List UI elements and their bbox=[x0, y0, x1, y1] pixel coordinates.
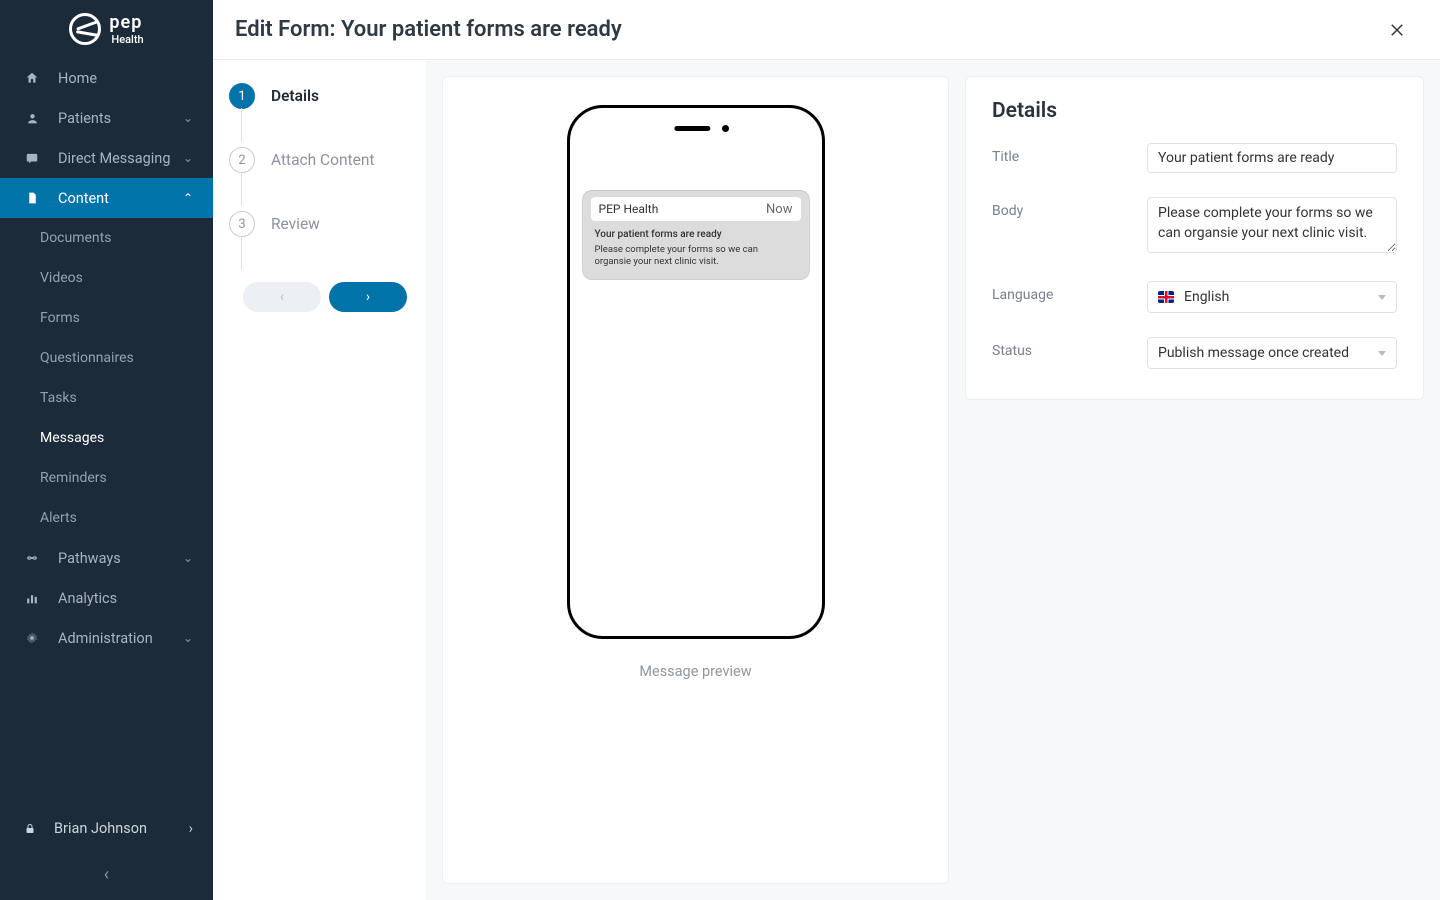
preview-caption: Message preview bbox=[639, 663, 751, 680]
chevron-up-icon: ⌃ bbox=[183, 191, 193, 205]
step-details[interactable]: 1 Details bbox=[223, 78, 408, 114]
user-name: Brian Johnson bbox=[54, 820, 189, 837]
notification-app-name: PEP Health bbox=[599, 202, 767, 216]
select-value: English bbox=[1184, 289, 1229, 305]
body-textarea[interactable] bbox=[1147, 197, 1397, 253]
step-label: Review bbox=[271, 215, 320, 233]
field-body: Body bbox=[992, 197, 1397, 257]
chevron-right-icon: › bbox=[366, 289, 370, 305]
details-card: Details Title Body Language bbox=[965, 76, 1424, 400]
notification-header: PEP Health Now bbox=[591, 197, 801, 221]
details-heading: Details bbox=[992, 99, 1397, 123]
sidebar-item-home[interactable]: Home bbox=[0, 58, 213, 98]
close-button[interactable] bbox=[1382, 17, 1412, 43]
notification-preview: PEP Health Now Your patient forms are re… bbox=[582, 190, 810, 280]
sidebar-item-analytics[interactable]: Analytics bbox=[0, 578, 213, 618]
phone-camera-icon bbox=[722, 125, 729, 132]
select-value: Publish message once created bbox=[1158, 345, 1349, 361]
sidebar-sub-questionnaires[interactable]: Questionnaires bbox=[0, 338, 213, 378]
field-label: Status bbox=[992, 337, 1147, 359]
sidebar-item-pathways[interactable]: Pathways ⌄ bbox=[0, 538, 213, 578]
phone-speaker-icon bbox=[674, 126, 710, 131]
chevron-left-icon: ‹ bbox=[280, 289, 284, 305]
sidebar-item-direct-messaging[interactable]: Direct Messaging ⌄ bbox=[0, 138, 213, 178]
flag-uk-icon bbox=[1158, 291, 1174, 303]
field-status: Status Publish message once created bbox=[992, 337, 1397, 369]
sidebar-item-label: Direct Messaging bbox=[58, 150, 183, 167]
home-icon bbox=[24, 70, 40, 86]
lock-icon bbox=[24, 822, 40, 835]
gear-icon bbox=[24, 630, 40, 646]
message-icon bbox=[24, 150, 40, 166]
chevron-down-icon: ⌄ bbox=[183, 111, 193, 125]
field-label: Body bbox=[992, 197, 1147, 219]
close-icon bbox=[1388, 21, 1406, 39]
step-number: 3 bbox=[229, 211, 255, 237]
sidebar-sub-forms[interactable]: Forms bbox=[0, 298, 213, 338]
sidebar-sub-alerts[interactable]: Alerts bbox=[0, 498, 213, 538]
sidebar-item-content[interactable]: Content ⌃ bbox=[0, 178, 213, 218]
notification-body: Please complete your forms so we can org… bbox=[595, 244, 797, 269]
sidebar-sub-messages[interactable]: Messages bbox=[0, 418, 213, 458]
workspace: 1 Details 2 Attach Content 3 Review ‹ › bbox=[213, 60, 1440, 900]
page-title: Edit Form: Your patient forms are ready bbox=[235, 17, 622, 42]
step-review[interactable]: 3 Review bbox=[223, 206, 408, 242]
sidebar: pep Health Home Patients ⌄ Direct Messag… bbox=[0, 0, 213, 900]
sidebar-item-label: Patients bbox=[58, 110, 183, 127]
language-select[interactable]: English bbox=[1147, 281, 1397, 313]
step-nav: ‹ › bbox=[223, 282, 408, 312]
chevron-down-icon: ⌄ bbox=[183, 631, 193, 645]
sidebar-item-label: Pathways bbox=[58, 550, 183, 567]
user-icon bbox=[24, 110, 40, 126]
field-title: Title bbox=[992, 143, 1397, 173]
sidebar-sub-videos[interactable]: Videos bbox=[0, 258, 213, 298]
notification-title: Your patient forms are ready bbox=[595, 229, 797, 240]
status-select[interactable]: Publish message once created bbox=[1147, 337, 1397, 369]
sidebar-user[interactable]: Brian Johnson › bbox=[0, 808, 213, 848]
sidebar-collapse-button[interactable]: ‹ bbox=[0, 848, 213, 900]
preview-column: PEP Health Now Your patient forms are re… bbox=[426, 60, 965, 900]
main: Edit Form: Your patient forms are ready … bbox=[213, 0, 1440, 900]
file-icon bbox=[24, 190, 40, 206]
sidebar-sub-documents[interactable]: Documents bbox=[0, 218, 213, 258]
step-number: 1 bbox=[229, 83, 255, 109]
prev-step-button[interactable]: ‹ bbox=[243, 282, 321, 312]
step-number: 2 bbox=[229, 147, 255, 173]
brand-logo: pep Health bbox=[0, 0, 213, 58]
field-language: Language English bbox=[992, 281, 1397, 313]
chevron-down-icon: ⌄ bbox=[183, 551, 193, 565]
phone-mockup: PEP Health Now Your patient forms are re… bbox=[567, 105, 825, 639]
pathways-icon bbox=[24, 550, 40, 566]
step-label: Attach Content bbox=[271, 151, 374, 169]
chart-icon bbox=[24, 590, 40, 606]
sidebar-item-administration[interactable]: Administration ⌄ bbox=[0, 618, 213, 658]
sidebar-sub-reminders[interactable]: Reminders bbox=[0, 458, 213, 498]
sidebar-item-patients[interactable]: Patients ⌄ bbox=[0, 98, 213, 138]
sidebar-sub-tasks[interactable]: Tasks bbox=[0, 378, 213, 418]
step-label: Details bbox=[271, 87, 319, 105]
sidebar-item-label: Administration bbox=[58, 630, 183, 647]
sidebar-item-label: Home bbox=[58, 70, 193, 87]
chevron-down-icon: ⌄ bbox=[183, 151, 193, 165]
sidebar-item-label: Content bbox=[58, 190, 183, 207]
stepper: 1 Details 2 Attach Content 3 Review ‹ › bbox=[213, 60, 426, 900]
next-step-button[interactable]: › bbox=[329, 282, 407, 312]
sidebar-item-label: Analytics bbox=[58, 590, 193, 607]
step-attach-content[interactable]: 2 Attach Content bbox=[223, 142, 408, 178]
sidebar-nav: Home Patients ⌄ Direct Messaging ⌄ Conte… bbox=[0, 58, 213, 808]
brand-text: pep Health bbox=[109, 14, 143, 45]
field-label: Language bbox=[992, 281, 1147, 303]
field-label: Title bbox=[992, 143, 1147, 165]
details-column: Details Title Body Language bbox=[965, 60, 1440, 900]
title-input[interactable] bbox=[1147, 143, 1397, 173]
chevron-left-icon: ‹ bbox=[104, 864, 109, 885]
preview-card: PEP Health Now Your patient forms are re… bbox=[442, 76, 949, 884]
page-header: Edit Form: Your patient forms are ready bbox=[213, 0, 1440, 60]
chevron-right-icon: › bbox=[189, 820, 193, 837]
brand-mark-icon bbox=[69, 13, 101, 45]
notification-time: Now bbox=[766, 202, 792, 217]
